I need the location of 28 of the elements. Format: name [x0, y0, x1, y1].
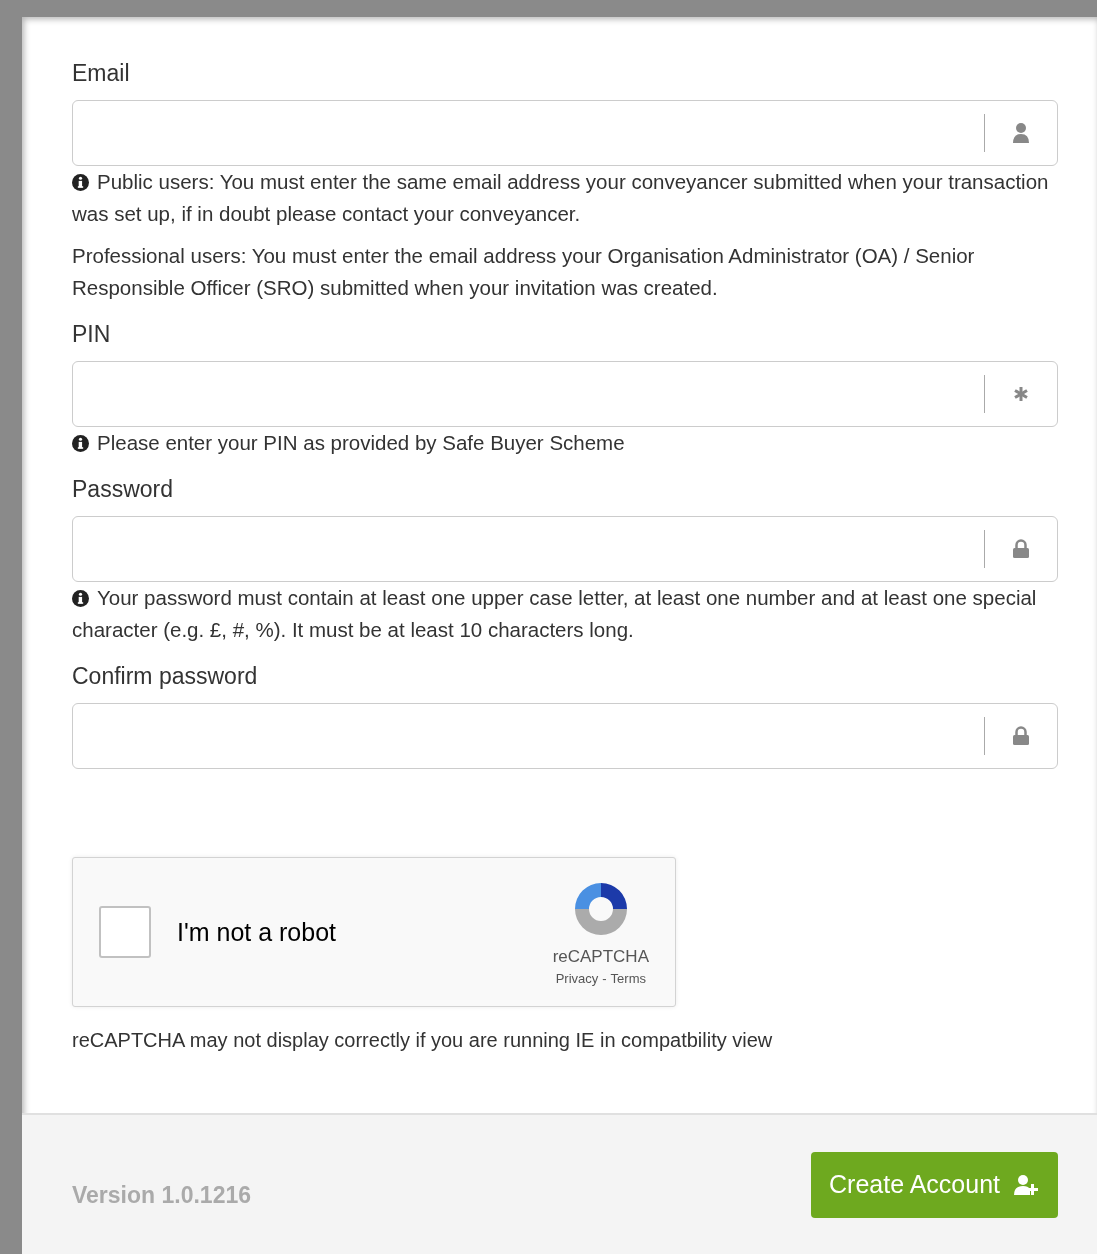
captcha-checkbox[interactable]	[99, 906, 151, 958]
field-label: Confirm password	[72, 662, 259, 690]
captcha-note: reCAPTCHA may not display correctly if you are running IE in compatbility view	[72, 1029, 774, 1052]
help-text: Public users: You must enter the same email address your conveyancer submitted when your transaction was set up, if in doubt please contact your conveyancer.	[72, 169, 1050, 227]
input-field[interactable]	[72, 100, 1058, 166]
lock-icon	[1012, 726, 1030, 746]
help-text: Please enter your PIN as provided by Safe Buyer Scheme	[72, 427, 1058, 459]
terms-link[interactable]: Terms	[610, 970, 646, 986]
asterisk-icon	[1013, 386, 1029, 402]
info-icon	[72, 435, 89, 452]
input-field[interactable]	[72, 361, 1058, 427]
lock-icon	[1012, 539, 1030, 559]
help-text: Your password must contain at least one upper case letter, at least one number and at least one special character (e.g. £, #, %). It must be at least 10 characters long.	[72, 585, 1038, 643]
captcha-label: I'm not a robot	[177, 917, 338, 947]
field-label: Email	[72, 59, 131, 87]
privacy-link[interactable]: Privacy	[555, 970, 599, 986]
help-text: Professional users: You must enter the email address your Organisation Administrator (OA) / Senior Responsible Officer (SRO) submitted when your invitation was created.	[72, 243, 976, 301]
user-icon	[1012, 122, 1030, 144]
separator-text: -	[602, 970, 607, 986]
info-icon	[72, 590, 89, 607]
add-user-icon	[1014, 1173, 1040, 1196]
recaptcha-text: reCAPTCHA	[552, 946, 649, 967]
field-label: Password	[72, 475, 174, 503]
field-label: PIN	[72, 320, 112, 348]
input-field[interactable]	[72, 703, 1058, 769]
input-field[interactable]	[72, 516, 1058, 582]
info-icon	[72, 174, 89, 191]
version-text: Version 1.0.1216	[72, 1182, 251, 1209]
